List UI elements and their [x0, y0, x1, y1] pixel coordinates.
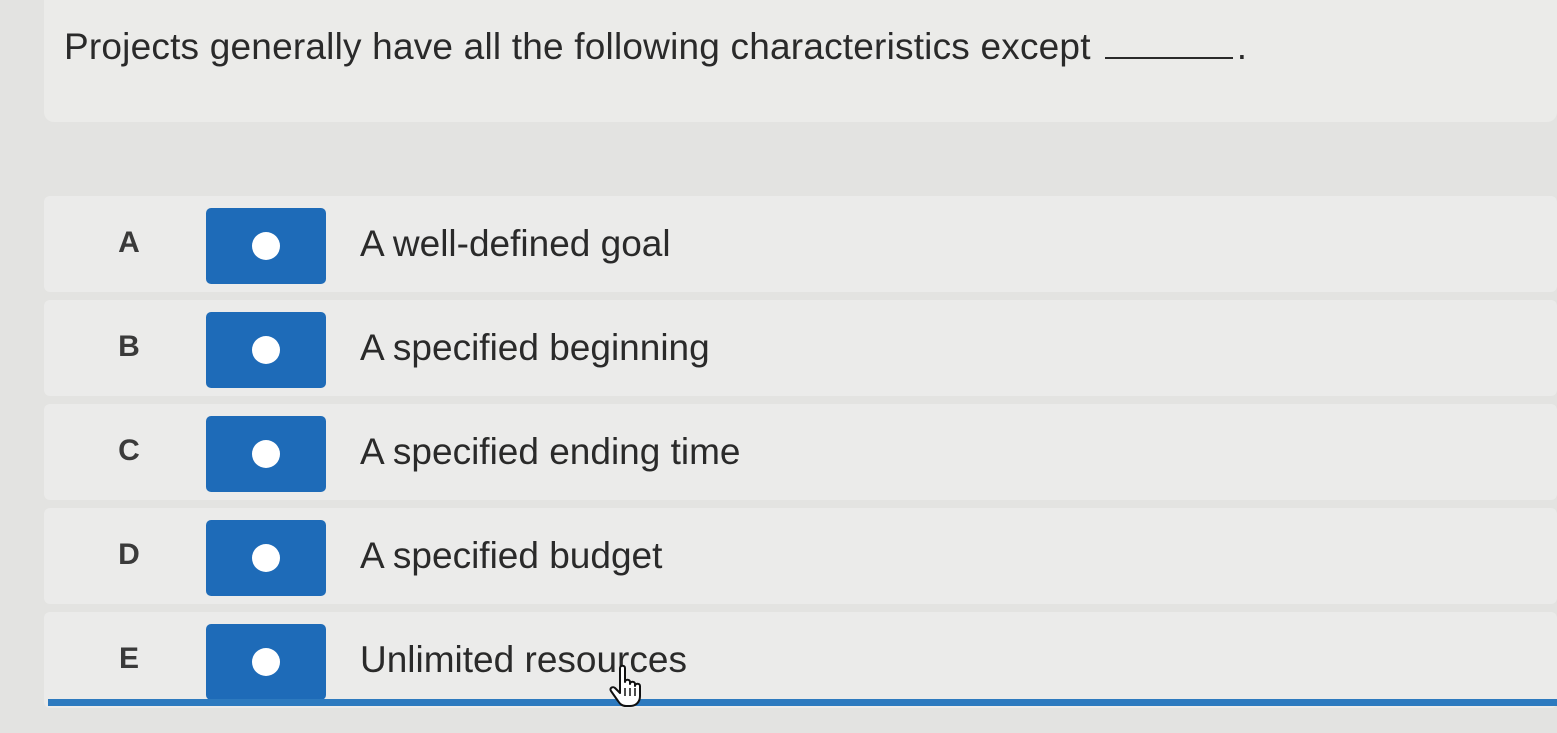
option-label[interactable]: A well-defined goal: [360, 223, 671, 265]
radio-button-c[interactable]: [206, 416, 326, 492]
radio-button-b[interactable]: [206, 312, 326, 388]
answer-blank: [1104, 27, 1233, 59]
question-prompt: Projects generally have all the followin…: [64, 26, 1247, 68]
radio-circle-icon: [252, 440, 280, 468]
option-letter: D: [118, 538, 140, 571]
radio-circle-icon: [252, 648, 280, 676]
option-label[interactable]: A specified beginning: [360, 327, 710, 369]
option-letter: B: [118, 330, 140, 363]
radio-button-e[interactable]: [206, 624, 326, 700]
radio-circle-icon: [252, 336, 280, 364]
question-text: Projects generally have all the followin…: [64, 26, 1091, 67]
answer-options: A A well-defined goal B A specified begi…: [44, 196, 1557, 708]
option-letter: E: [118, 642, 139, 675]
radio-circle-icon: [252, 544, 280, 572]
question-period: .: [1236, 26, 1248, 67]
hand-cursor-icon: [609, 664, 641, 707]
option-row-c[interactable]: C A specified ending time: [44, 404, 1557, 500]
option-label[interactable]: A specified budget: [360, 535, 662, 577]
selection-underline: [48, 699, 1557, 706]
option-letter: A: [118, 226, 140, 259]
option-row-e[interactable]: E Unlimited resources: [44, 612, 1557, 708]
option-letter: C: [118, 434, 140, 467]
radio-button-d[interactable]: [206, 520, 326, 596]
option-label[interactable]: A specified ending time: [360, 431, 741, 473]
option-row-d[interactable]: D A specified budget: [44, 508, 1557, 604]
option-row-b[interactable]: B A specified beginning: [44, 300, 1557, 396]
radio-circle-icon: [252, 232, 280, 260]
radio-button-a[interactable]: [206, 208, 326, 284]
option-row-a[interactable]: A A well-defined goal: [44, 196, 1557, 292]
